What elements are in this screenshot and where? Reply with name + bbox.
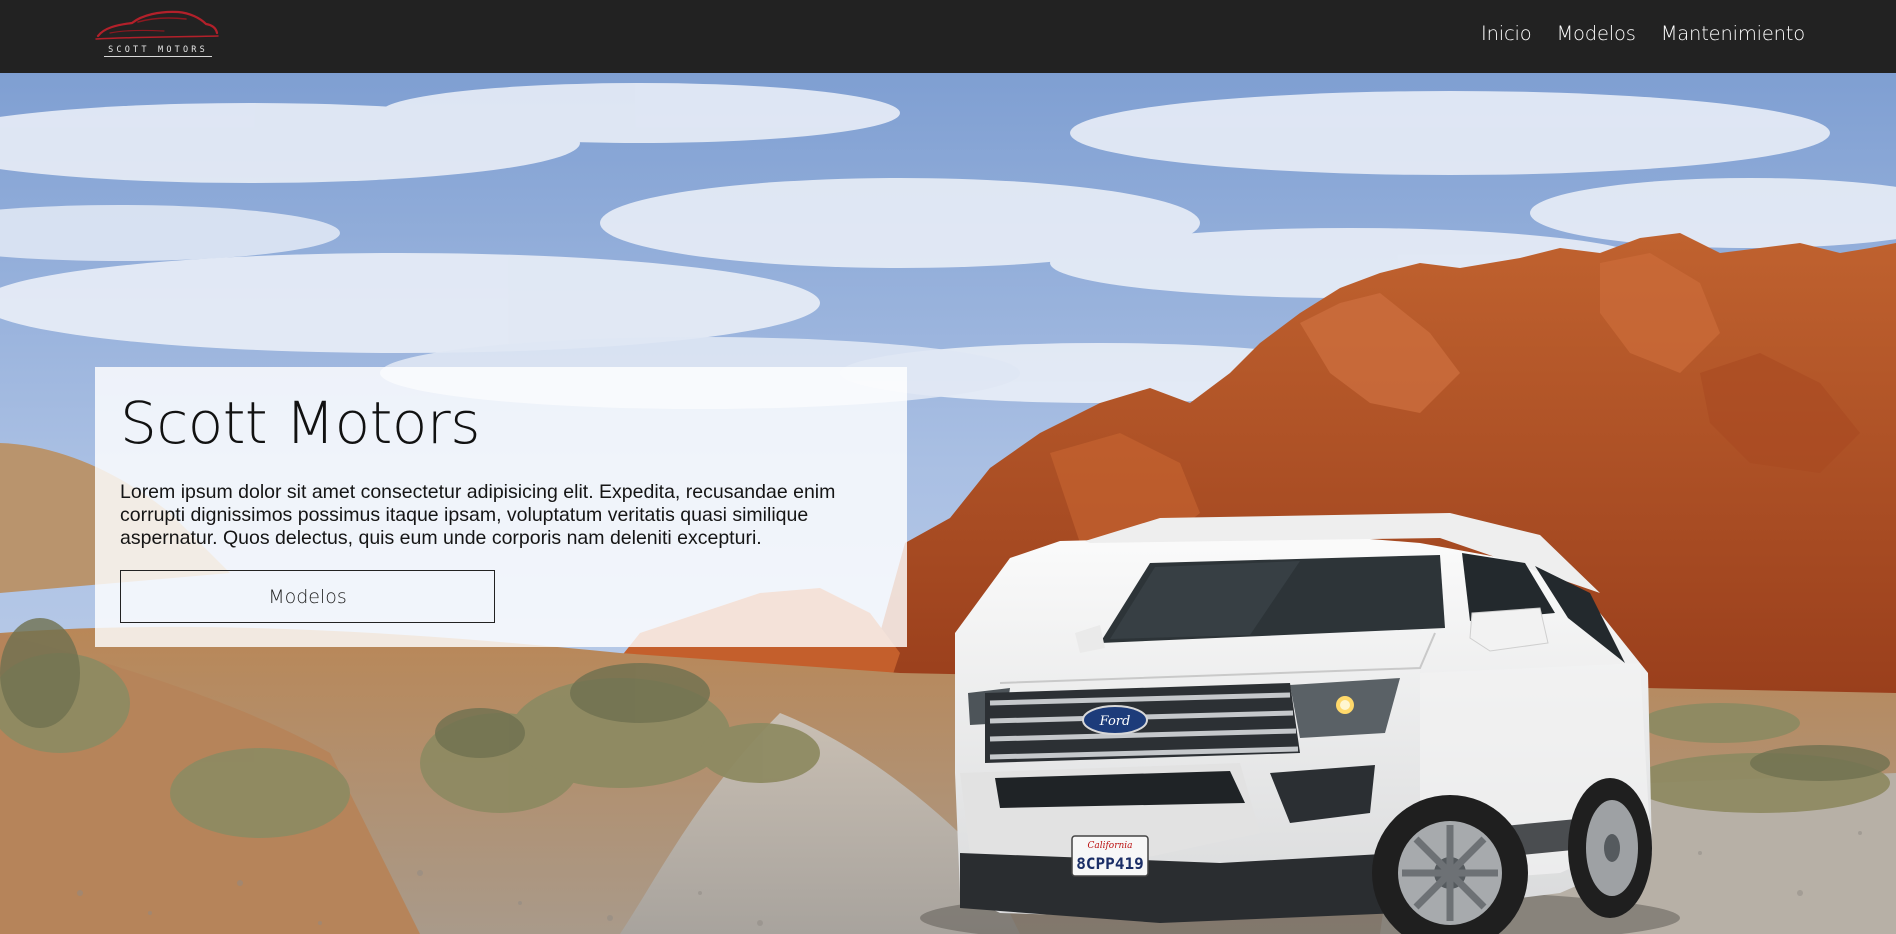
hero-card: Scott Motors Lorem ipsum dolor sit amet … bbox=[95, 367, 907, 647]
brand-wordmark: SCOTT MOTORS bbox=[102, 45, 214, 57]
hero-description: Lorem ipsum dolor sit amet consectetur a… bbox=[120, 481, 836, 549]
car-silhouette-icon bbox=[95, 10, 219, 40]
suv-vehicle: Ford California 8CPP419 bbox=[920, 513, 1680, 934]
hero-title: Scott Motors bbox=[120, 389, 480, 457]
hero-section: Ford California 8CPP419 Scott Motors Lor… bbox=[0, 73, 1896, 934]
nav-link-modelos[interactable]: Modelos bbox=[1556, 22, 1635, 45]
main-nav: Inicio Modelos Mantenimiento bbox=[1481, 0, 1805, 66]
nav-link-mantenimiento[interactable]: Mantenimiento bbox=[1661, 22, 1806, 45]
svg-text:California: California bbox=[1087, 841, 1132, 851]
brand-logo[interactable]: SCOTT MOTORS bbox=[94, 6, 220, 58]
svg-text:8CPP419: 8CPP419 bbox=[1076, 854, 1143, 873]
navbar: SCOTT MOTORS Inicio Modelos Mantenimient… bbox=[0, 0, 1896, 73]
svg-text:Ford: Ford bbox=[1099, 714, 1131, 729]
nav-link-inicio[interactable]: Inicio bbox=[1481, 22, 1532, 45]
models-button[interactable]: Modelos bbox=[120, 570, 495, 623]
